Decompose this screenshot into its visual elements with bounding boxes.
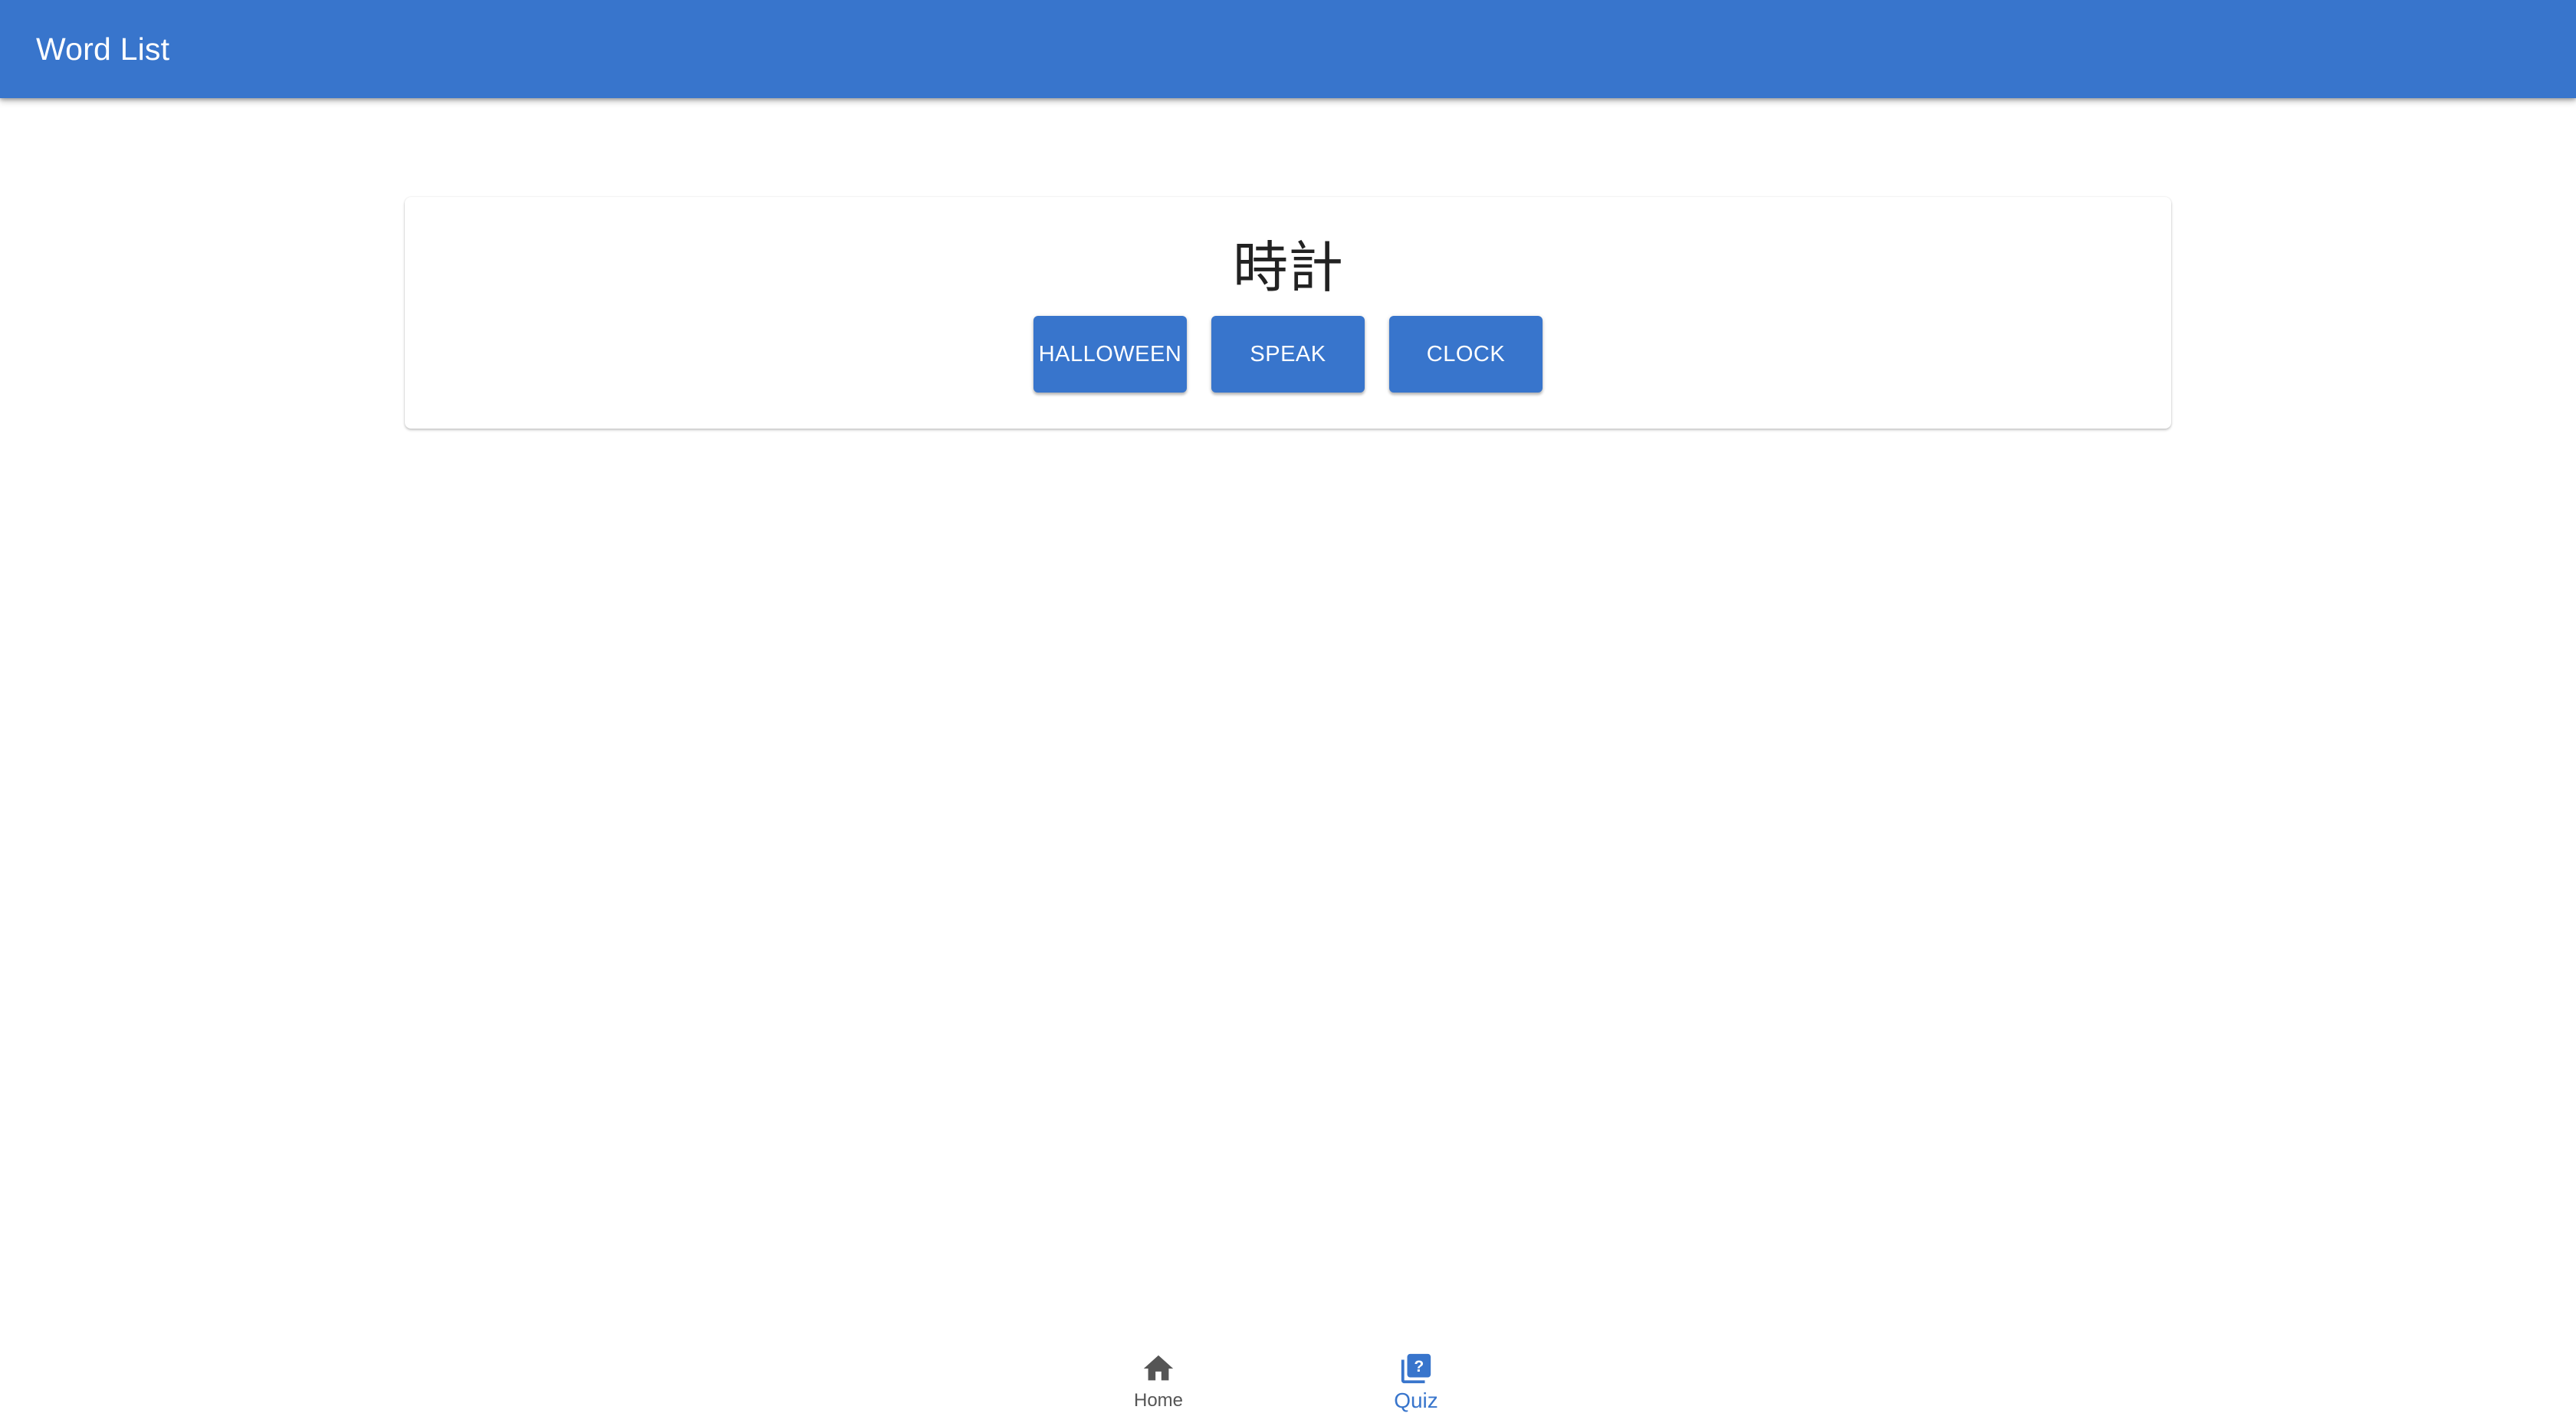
bottom-navigation: Home ? Quiz [0, 1331, 2576, 1423]
app-bar: Word List [0, 0, 2576, 98]
nav-item-quiz[interactable]: ? Quiz [1332, 1331, 1500, 1423]
home-icon [1143, 1355, 1174, 1381]
quiz-card: 時計 HALLOWEEN SPEAK CLOCK [405, 197, 2171, 429]
app-title: Word List [36, 31, 170, 67]
nav-item-home[interactable]: Home [1074, 1331, 1243, 1423]
nav-label-quiz: Quiz [1394, 1388, 1438, 1412]
quiz-word: 時計 [1232, 235, 1343, 300]
answer-choices: HALLOWEEN SPEAK CLOCK [405, 316, 2171, 393]
choice-button-clock[interactable]: CLOCK [1389, 316, 1543, 393]
svg-text:?: ? [1414, 1358, 1424, 1375]
choice-button-speak[interactable]: SPEAK [1211, 316, 1365, 393]
quiz-icon: ? [1401, 1353, 1431, 1384]
choice-button-halloween[interactable]: HALLOWEEN [1033, 316, 1187, 393]
nav-label-home: Home [1133, 1390, 1184, 1411]
